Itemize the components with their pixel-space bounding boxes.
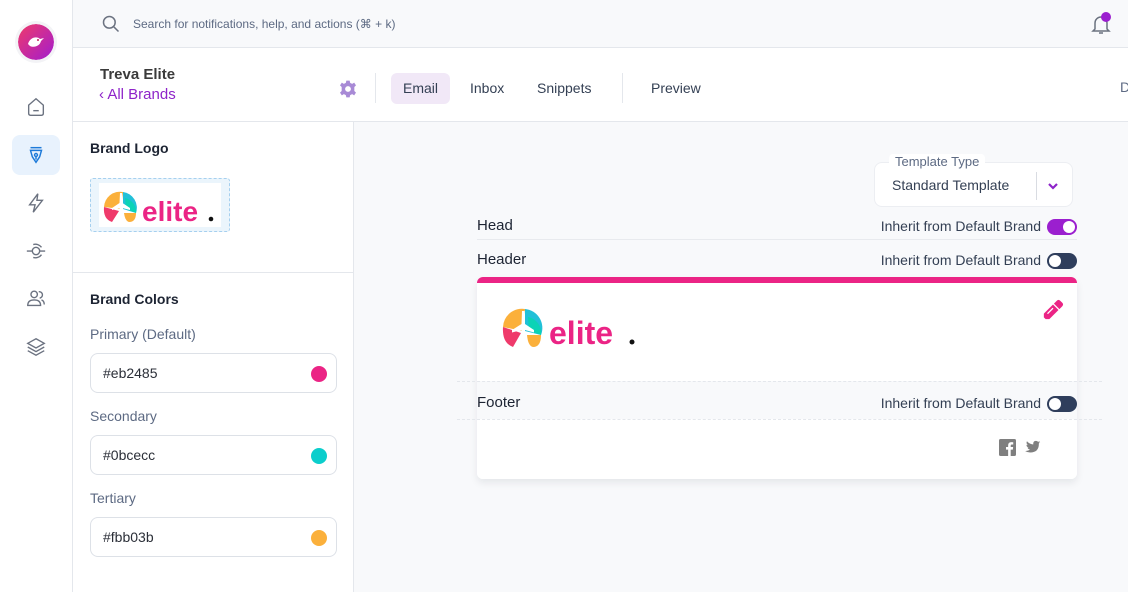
section-divider (457, 419, 1102, 420)
header-logo: elite (502, 308, 635, 351)
brand-logo-image: elite (99, 183, 221, 227)
truncated-button[interactable]: D (1120, 79, 1128, 95)
header-inherit-label: Inherit from Default Brand (880, 252, 1041, 268)
divider (73, 272, 353, 273)
divider (477, 239, 1077, 240)
users-icon (27, 290, 45, 307)
header-section-label: Header (477, 251, 527, 268)
rail-item-brands[interactable] (12, 135, 60, 175)
tertiary-color-field[interactable] (90, 517, 337, 557)
primary-color-label: Primary (Default) (90, 326, 196, 342)
footer-inherit-label: Inherit from Default Brand (880, 395, 1041, 411)
section-divider (457, 381, 1102, 382)
nav-rail (0, 0, 73, 592)
tab-snippets[interactable]: Snippets (525, 73, 603, 104)
rail-item-home[interactable] (12, 87, 60, 127)
template-type-label: Template Type (889, 154, 986, 169)
template-type-select[interactable]: Template Type Standard Template (874, 154, 1073, 207)
brand-colors-title: Brand Colors (90, 291, 179, 307)
gear-icon[interactable] (338, 79, 358, 99)
brand-header: Treva Elite ‹ All Brands Email Inbox Sni… (73, 48, 1128, 122)
tertiary-color-input[interactable] (103, 527, 293, 547)
secondary-color-label: Secondary (90, 408, 157, 424)
rail-item-layers[interactable] (12, 327, 60, 367)
email-template-editor: Template Type Standard Template Head Inh… (354, 122, 1128, 592)
all-brands-link[interactable]: ‹ All Brands (99, 86, 176, 103)
top-bar (73, 0, 1128, 48)
divider (375, 73, 376, 103)
elite-logo: elite (103, 191, 214, 227)
brand-logo-title: Brand Logo (90, 140, 169, 156)
tab-inbox[interactable]: Inbox (458, 73, 516, 104)
tab-email[interactable]: Email (391, 73, 451, 104)
notification-badge (1101, 12, 1111, 22)
rail-item-integrations[interactable] (12, 231, 60, 271)
svg-text:elite: elite (142, 196, 198, 227)
layers-icon (26, 337, 46, 357)
brand-title: Treva Elite (100, 66, 176, 83)
twitter-icon[interactable] (1024, 439, 1041, 456)
facebook-icon[interactable] (999, 439, 1016, 456)
header-inherit-toggle[interactable] (1047, 253, 1077, 269)
search-input[interactable] (133, 14, 633, 34)
tertiary-color-swatch[interactable] (311, 530, 327, 546)
search-icon (102, 15, 120, 33)
tertiary-color-label: Tertiary (90, 490, 136, 506)
rail-item-automations[interactable] (12, 183, 60, 223)
secondary-color-swatch[interactable] (311, 448, 327, 464)
rail-item-users[interactable] (12, 279, 60, 319)
email-header-area[interactable]: elite (477, 283, 1077, 381)
email-preview-card: elite (477, 277, 1077, 479)
footer-inherit-toggle[interactable] (1047, 396, 1077, 412)
head-inherit-toggle[interactable] (1047, 219, 1077, 235)
home-icon (27, 97, 45, 116)
primary-color-field[interactable] (90, 353, 337, 393)
secondary-color-input[interactable] (103, 445, 293, 465)
brand-settings-panel: Brand Logo elite Brand Colors Primary (D… (73, 122, 354, 592)
divider (622, 73, 623, 103)
template-type-value: Standard Template (892, 177, 1010, 193)
lightning-icon (28, 193, 44, 213)
head-inherit-label: Inherit from Default Brand (880, 218, 1041, 234)
secondary-color-field[interactable] (90, 435, 337, 475)
footer-section-label: Footer (477, 394, 521, 411)
logo-upload-area[interactable]: elite (90, 178, 230, 232)
app-logo[interactable] (18, 24, 54, 60)
divider (1036, 172, 1037, 200)
pen-nib-icon (29, 146, 43, 164)
svg-text:elite: elite (549, 315, 613, 351)
head-section-label: Head (477, 217, 513, 234)
tab-preview[interactable]: Preview (639, 73, 713, 104)
primary-color-swatch[interactable] (311, 366, 327, 382)
primary-color-input[interactable] (103, 363, 293, 383)
integration-icon (26, 243, 46, 259)
eyedropper-icon[interactable] (1042, 299, 1064, 321)
chevron-down-icon[interactable] (1045, 178, 1061, 194)
bird-logo-icon (18, 24, 54, 60)
email-footer-area[interactable] (477, 419, 1077, 479)
